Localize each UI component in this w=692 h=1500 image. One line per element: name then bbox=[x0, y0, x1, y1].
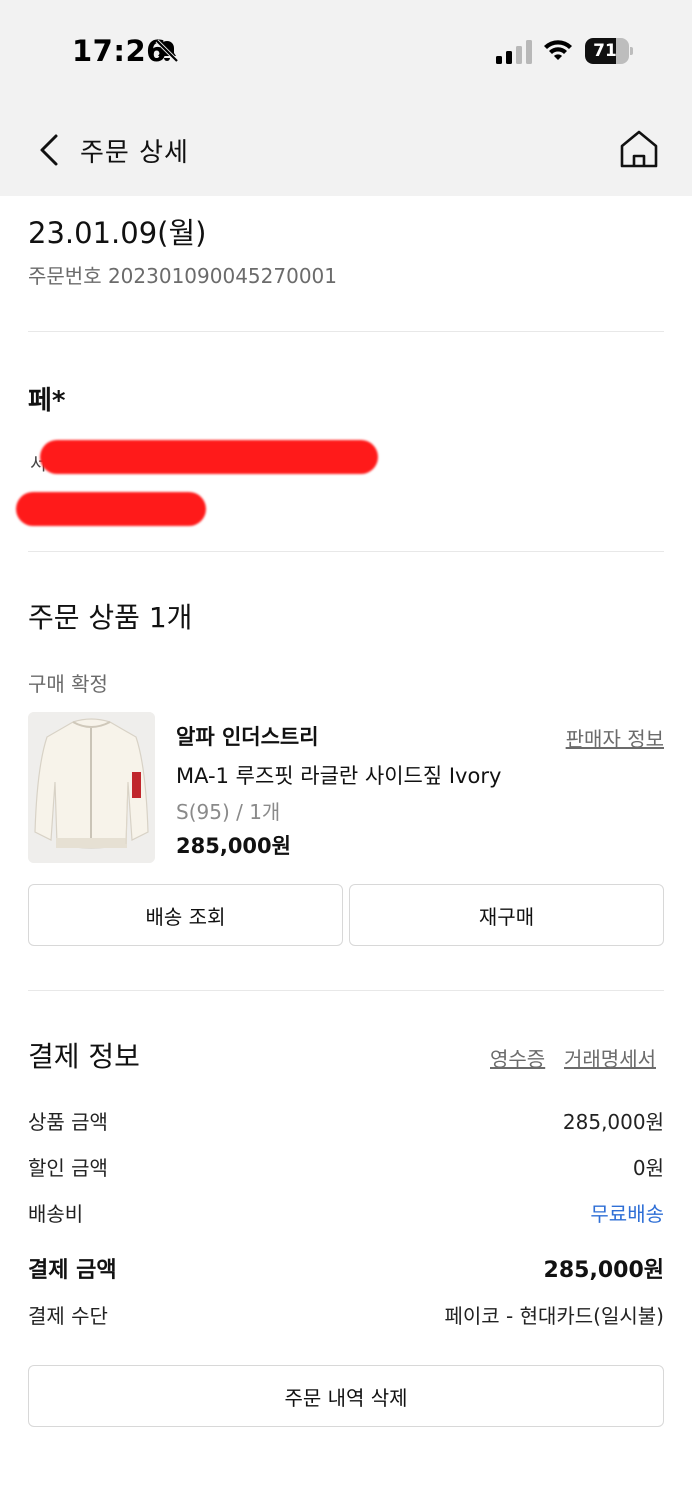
total-payment-label: 결제 금액 bbox=[28, 1258, 117, 1283]
discount-amount-value: 0원 bbox=[632, 1156, 664, 1180]
jacket-image bbox=[28, 712, 155, 863]
phone-redaction bbox=[16, 492, 206, 526]
page-title: 주문 상세 bbox=[80, 138, 189, 168]
product-price: 285,000원 bbox=[176, 834, 291, 858]
status-time: 17:26 bbox=[72, 34, 167, 68]
total-payment-value: 285,000원 bbox=[543, 1258, 664, 1283]
product-amount-value: 285,000원 bbox=[562, 1110, 664, 1134]
order-number: 주문번호 202301090045270001 bbox=[28, 264, 338, 288]
product-thumbnail[interactable] bbox=[28, 712, 155, 863]
product-option: S(95) / 1개 bbox=[176, 800, 281, 824]
order-date: 23.01.09(월) bbox=[28, 216, 207, 250]
product-amount-label: 상품 금액 bbox=[28, 1110, 108, 1134]
battery-percent: 71 bbox=[593, 41, 617, 61]
back-chevron-icon[interactable] bbox=[32, 130, 66, 170]
recipient-name: 페* bbox=[28, 386, 66, 416]
divider bbox=[28, 551, 664, 552]
shipping-fee-label: 배송비 bbox=[28, 1202, 84, 1226]
address-redaction bbox=[40, 440, 378, 474]
home-icon[interactable] bbox=[618, 128, 660, 170]
seller-info-link[interactable]: 판매자 정보 bbox=[566, 723, 664, 752]
bell-off-icon bbox=[155, 39, 179, 63]
payment-section-title: 결제 정보 bbox=[28, 1040, 140, 1073]
wifi-icon bbox=[544, 40, 572, 60]
payment-method-value: 페이코 - 현대카드(일시불) bbox=[444, 1304, 664, 1328]
delete-order-button[interactable]: 주문 내역 삭제 bbox=[28, 1365, 664, 1427]
delivery-tracking-button[interactable]: 배송 조회 bbox=[28, 884, 343, 946]
divider bbox=[28, 331, 664, 332]
payment-method-label: 결제 수단 bbox=[28, 1304, 108, 1328]
battery-indicator: 71 bbox=[585, 38, 633, 64]
product-brand: 알파 인더스트리 bbox=[176, 725, 319, 749]
divider bbox=[28, 990, 664, 991]
receipt-link[interactable]: 영수증 bbox=[490, 1043, 545, 1072]
cellular-signal-icon bbox=[496, 40, 532, 64]
discount-amount-label: 할인 금액 bbox=[28, 1156, 108, 1180]
rebuy-button[interactable]: 재구매 bbox=[349, 884, 664, 946]
nav-bar: 주문 상세 bbox=[0, 100, 692, 196]
product-name[interactable]: MA-1 루즈핏 라글란 사이드짚 Ivory bbox=[176, 760, 501, 790]
transaction-statement-link[interactable]: 거래명세서 bbox=[564, 1043, 656, 1072]
status-bar: 17:26 71 bbox=[0, 0, 692, 100]
order-status: 구매 확정 bbox=[28, 672, 108, 696]
shipping-fee-value: 무료배송 bbox=[590, 1202, 664, 1226]
products-section-title: 주문 상품 1개 bbox=[28, 601, 193, 634]
